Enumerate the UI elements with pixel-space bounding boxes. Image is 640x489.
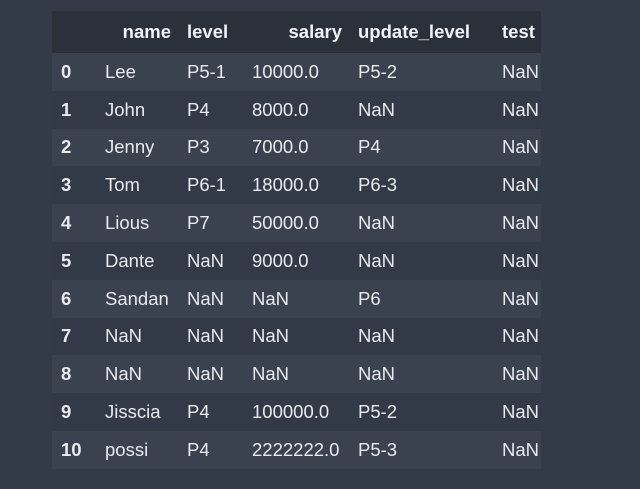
cell-salary: 100000.0 bbox=[252, 401, 330, 423]
cell-name: Lee bbox=[105, 60, 136, 82]
cell-test: NaN bbox=[502, 174, 540, 196]
column-header-update-level: update_level bbox=[358, 21, 471, 42]
cell-level: NaN bbox=[187, 287, 225, 309]
row-index: 6 bbox=[61, 287, 72, 309]
notebook-output-area: name level salary update_level test 0 Lee… bbox=[0, 0, 640, 489]
row-index: 7 bbox=[61, 325, 72, 347]
row-index: 3 bbox=[61, 174, 72, 196]
cell-update-level: P6-3 bbox=[358, 174, 398, 196]
table-row: 2 Jenny P3 7000.0 P4 NaN bbox=[52, 128, 541, 167]
row-index: 1 bbox=[61, 98, 72, 120]
cell-update-level: NaN bbox=[358, 249, 396, 271]
cell-level: NaN bbox=[187, 249, 225, 271]
cell-test: NaN bbox=[502, 249, 540, 271]
cell-update-level: P5-2 bbox=[358, 60, 398, 82]
cell-level: P4 bbox=[187, 401, 210, 423]
row-index: 9 bbox=[61, 401, 72, 423]
cell-name: NaN bbox=[105, 325, 143, 347]
cell-name: Tom bbox=[105, 174, 140, 196]
cell-salary: NaN bbox=[252, 325, 290, 347]
cell-name: Lious bbox=[105, 212, 150, 234]
table-row: 7 NaN NaN NaN NaN NaN bbox=[52, 317, 541, 356]
table-row: 5 Dante NaN 9000.0 NaN NaN bbox=[52, 241, 541, 280]
cell-update-level: NaN bbox=[358, 98, 396, 120]
table-row: 1 John P4 8000.0 NaN NaN bbox=[52, 90, 541, 129]
cell-name: Jisscia bbox=[105, 401, 161, 423]
cell-test: NaN bbox=[502, 287, 540, 309]
cell-test: NaN bbox=[502, 60, 540, 82]
cell-test: NaN bbox=[502, 98, 540, 120]
cell-update-level: NaN bbox=[358, 212, 396, 234]
cell-test: NaN bbox=[502, 325, 540, 347]
index-header bbox=[52, 11, 97, 53]
cell-level: NaN bbox=[187, 363, 225, 385]
table-row: 10 possi P4 2222222.0 P5-3 NaN bbox=[52, 430, 541, 469]
cell-name: John bbox=[105, 98, 146, 120]
column-header-salary: salary bbox=[288, 21, 343, 42]
table-row: 9 Jisscia P4 100000.0 P5-2 NaN bbox=[52, 393, 541, 431]
cell-name: Jenny bbox=[105, 136, 155, 158]
table-row: 0 Lee P5-1 10000.0 P5-2 NaN bbox=[52, 53, 541, 91]
cell-level: P4 bbox=[187, 438, 210, 460]
cell-update-level: P6 bbox=[358, 287, 381, 309]
cell-level: P6-1 bbox=[187, 174, 227, 196]
cell-salary: 9000.0 bbox=[252, 249, 309, 271]
cell-level: P3 bbox=[187, 136, 210, 158]
table-row: 3 Tom P6-1 18000.0 P6-3 NaN bbox=[52, 166, 541, 205]
header-row: name level salary update_level test bbox=[52, 11, 541, 53]
row-index: 10 bbox=[61, 438, 82, 460]
table-row: 4 Lious P7 50000.0 NaN NaN bbox=[52, 204, 541, 242]
cell-salary: 2222222.0 bbox=[252, 438, 340, 460]
cell-name: possi bbox=[105, 438, 149, 460]
row-index: 2 bbox=[61, 136, 72, 158]
row-index: 8 bbox=[61, 363, 72, 385]
dataframe-output: name level salary update_level test 0 Lee… bbox=[52, 11, 541, 469]
column-header-name: name bbox=[122, 21, 171, 42]
cell-test: NaN bbox=[502, 438, 540, 460]
table-row: 6 Sandan NaN NaN P6 NaN bbox=[52, 279, 541, 318]
row-index: 0 bbox=[61, 60, 72, 82]
cell-update-level: P4 bbox=[358, 136, 381, 158]
cell-salary: 7000.0 bbox=[252, 136, 309, 158]
cell-salary: NaN bbox=[252, 287, 290, 309]
cell-test: NaN bbox=[502, 401, 540, 423]
cell-update-level: NaN bbox=[358, 325, 396, 347]
cell-test: NaN bbox=[502, 212, 540, 234]
cell-level: NaN bbox=[187, 325, 225, 347]
cell-level: P4 bbox=[187, 98, 210, 120]
cell-update-level: NaN bbox=[358, 363, 396, 385]
cell-name: Dante bbox=[105, 249, 155, 271]
cell-update-level: P5-3 bbox=[358, 438, 398, 460]
cell-level: P7 bbox=[187, 212, 210, 234]
cell-salary: 18000.0 bbox=[252, 174, 319, 196]
cell-update-level: P5-2 bbox=[358, 401, 398, 423]
column-header-level: level bbox=[187, 21, 229, 42]
cell-salary: 8000.0 bbox=[252, 98, 309, 120]
cell-level: P5-1 bbox=[187, 60, 227, 82]
cell-salary: 50000.0 bbox=[252, 212, 319, 234]
row-index: 4 bbox=[61, 212, 72, 234]
column-header-test: test bbox=[502, 21, 535, 42]
dataframe-table: name level salary update_level test 0 Lee… bbox=[52, 11, 541, 469]
table-row: 8 NaN NaN NaN NaN NaN bbox=[52, 355, 541, 394]
table-body: 0 Lee P5-1 10000.0 P5-2 NaN 1 John P4 8000.0 NaN Na… bbox=[52, 53, 541, 469]
cell-salary: 10000.0 bbox=[252, 60, 319, 82]
cell-name: Sandan bbox=[105, 287, 169, 309]
cell-test: NaN bbox=[502, 363, 540, 385]
cell-name: NaN bbox=[105, 363, 143, 385]
table-header: name level salary update_level test bbox=[52, 11, 541, 53]
row-index: 5 bbox=[61, 249, 72, 271]
cell-salary: NaN bbox=[252, 363, 290, 385]
cell-test: NaN bbox=[502, 136, 540, 158]
